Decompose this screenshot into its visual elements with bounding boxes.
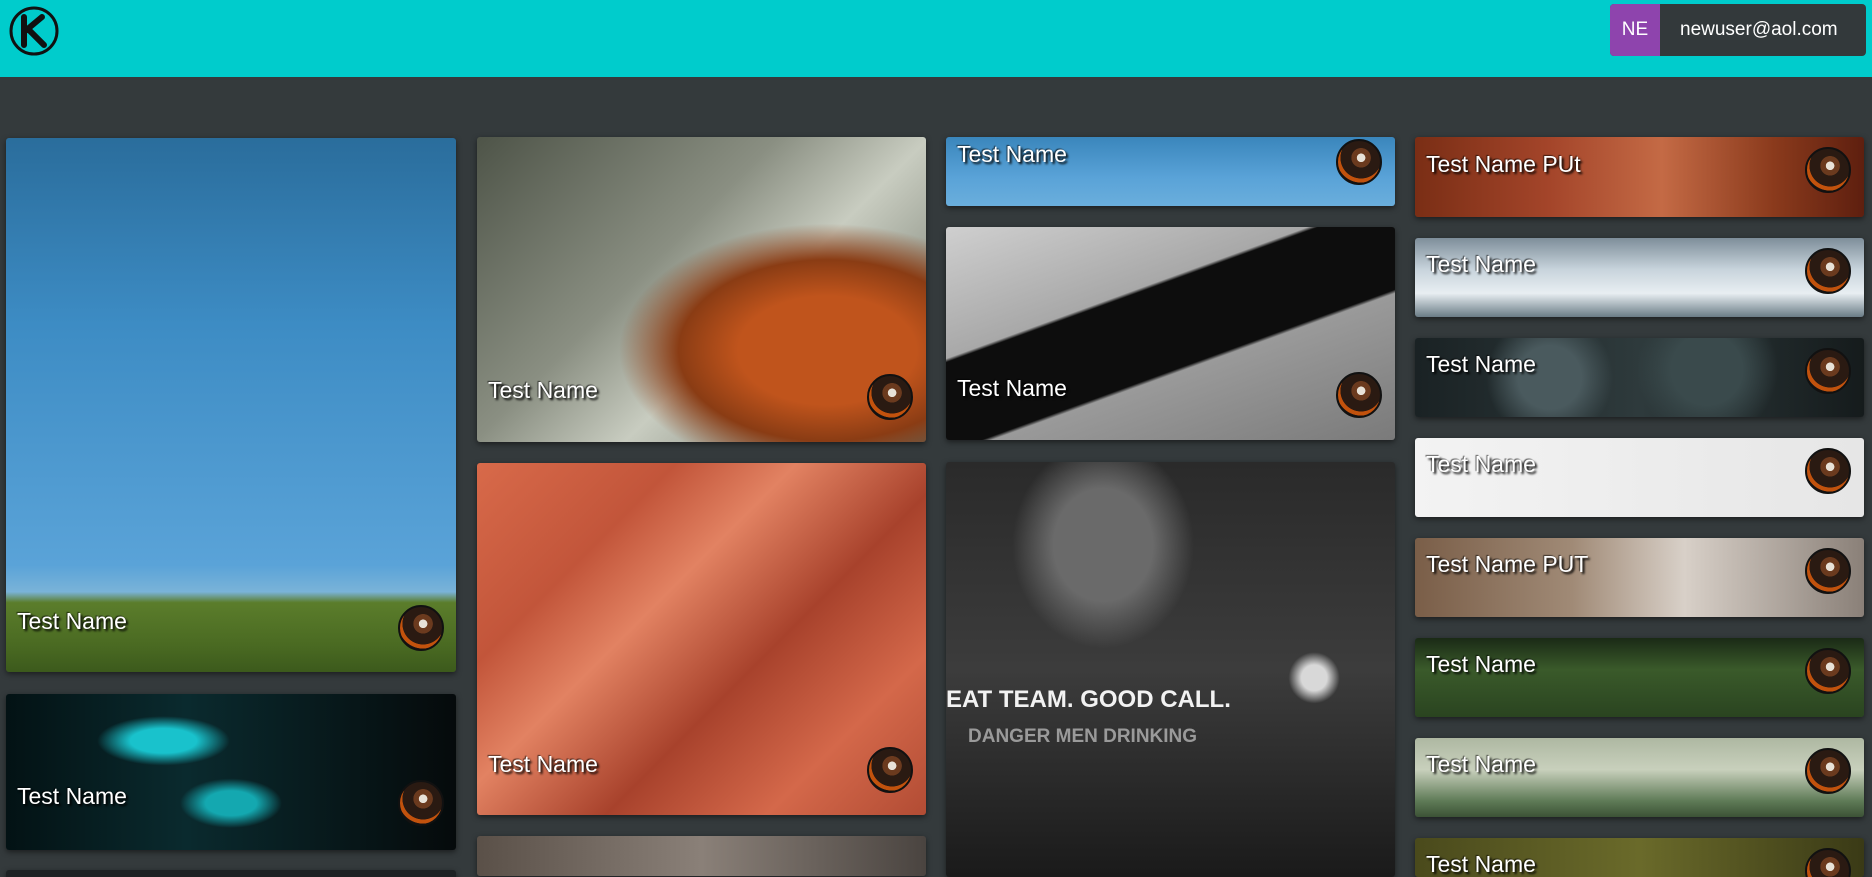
user-avatar-icon (398, 605, 444, 651)
gallery-card[interactable]: Test Name (946, 227, 1395, 440)
gallery-card[interactable]: Test Name (1415, 738, 1864, 817)
user-avatar-icon (1805, 348, 1851, 394)
gallery-card[interactable]: Test Name (6, 694, 456, 850)
user-menu[interactable]: NE newuser@aol.com (1610, 4, 1866, 56)
user-avatar-icon (1805, 748, 1851, 794)
gallery-card[interactable] (477, 836, 926, 876)
user-avatar-icon (1805, 848, 1851, 877)
image-printed-text: DANGER MEN DRINKING (968, 726, 1198, 747)
card-title: Test Name (1426, 851, 1536, 877)
card-title: Test Name (488, 377, 598, 403)
user-avatar-icon (1805, 648, 1851, 694)
card-title: Test Name (957, 375, 1067, 401)
gallery-card[interactable]: Test Name (1415, 238, 1864, 317)
gallery-card[interactable]: Test Name (1415, 838, 1864, 877)
gallery-card[interactable]: Test Name PUT (1415, 538, 1864, 617)
card-title: Test Name (1426, 651, 1536, 677)
card-title: Test Name PUt (1426, 151, 1581, 177)
gallery-card[interactable]: Test Name (946, 137, 1395, 206)
top-navigation-bar: NE newuser@aol.com (0, 0, 1872, 77)
user-avatar-icon (1805, 448, 1851, 494)
gallery-card[interactable]: Test Name (6, 138, 456, 672)
card-title: Test Name (1426, 351, 1536, 377)
user-avatar-icon (1805, 147, 1851, 193)
gallery-card[interactable]: Test Name PUt (1415, 137, 1864, 217)
card-title: Test Name (1426, 251, 1536, 277)
user-avatar-icon (1336, 372, 1382, 418)
card-title: Test Name (488, 751, 598, 777)
gallery-card[interactable]: Test Name (1415, 638, 1864, 717)
user-initials-avatar: NE (1610, 4, 1660, 56)
gallery-card[interactable]: Test Name (477, 137, 926, 442)
gallery-card[interactable]: Test Name (1415, 438, 1864, 517)
gallery-card[interactable]: Test Name (477, 463, 926, 815)
card-title: Test Name PUT (1426, 551, 1589, 577)
user-avatar-icon (1805, 248, 1851, 294)
gallery-card[interactable]: Test Name (1415, 338, 1864, 417)
user-avatar-icon (867, 374, 913, 420)
card-title: Test Name (17, 783, 127, 809)
card-title: Test Name (17, 608, 127, 634)
card-title: Test Name (1426, 451, 1536, 477)
gallery-card[interactable]: EAT TEAM. GOOD CALL. DANGER MEN DRINKING (946, 462, 1395, 877)
card-title: Test Name (957, 141, 1067, 167)
image-printed-text: EAT TEAM. GOOD CALL. (946, 686, 1231, 713)
card-title: Test Name (1426, 751, 1536, 777)
k-logo-icon[interactable] (8, 5, 60, 57)
user-avatar-icon (867, 747, 913, 793)
user-avatar-icon (1805, 548, 1851, 594)
user-avatar-icon (1336, 139, 1382, 185)
gallery-card[interactable] (6, 870, 456, 877)
user-avatar-icon (398, 780, 444, 826)
user-email: newuser@aol.com (1680, 19, 1838, 40)
